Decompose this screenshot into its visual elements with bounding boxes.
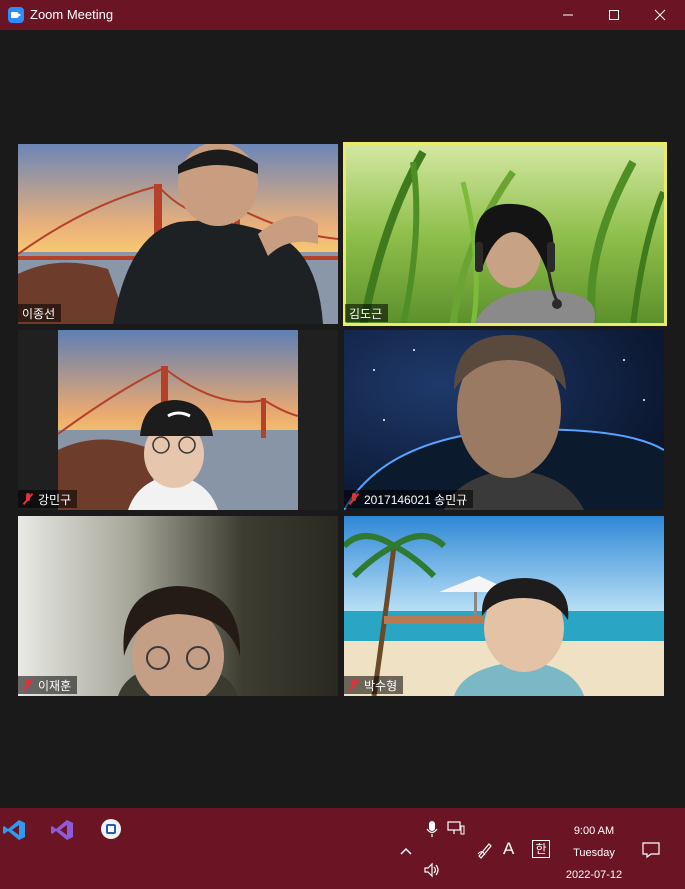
app-icon[interactable] xyxy=(100,818,122,845)
video-feed xyxy=(343,142,667,326)
clock[interactable]: 9:00 AM Tuesday 2022-07-12 xyxy=(556,820,632,886)
notification-center-icon[interactable] xyxy=(641,841,661,864)
participant-name-bar: 이재훈 xyxy=(18,676,78,694)
microphone-icon[interactable] xyxy=(425,820,439,843)
participant-name-bar: 김도근 xyxy=(345,304,389,322)
participant-tile[interactable]: 강민구 xyxy=(18,330,338,510)
clock-date: 2022-07-12 xyxy=(565,869,623,881)
clock-time: 9:00 AM xyxy=(573,825,615,837)
title-bar: Zoom Meeting xyxy=(0,0,685,30)
vscode-icon[interactable] xyxy=(2,818,26,847)
minimize-icon xyxy=(563,14,573,16)
participant-name-bar: 박수형 xyxy=(344,676,404,694)
participant-tile-active-speaker[interactable]: 김도근 xyxy=(343,142,667,326)
visual-studio-icon[interactable] xyxy=(50,818,74,847)
speaker-volume-icon[interactable] xyxy=(423,862,441,883)
participant-name: 2017146021 송민규 xyxy=(364,492,468,507)
video-feed xyxy=(344,330,664,510)
close-icon xyxy=(654,9,666,21)
participant-tile[interactable]: 박수형 xyxy=(344,516,664,696)
muted-mic-icon xyxy=(348,679,360,691)
muted-mic-icon xyxy=(22,679,34,691)
minimize-button[interactable] xyxy=(545,0,591,30)
participant-name: 김도근 xyxy=(349,306,383,321)
participant-tile[interactable]: 이종선 xyxy=(18,144,338,324)
ime-font-indicator[interactable]: A xyxy=(503,839,514,859)
muted-mic-icon xyxy=(348,493,360,505)
video-feed xyxy=(18,144,338,324)
ime-language-indicator[interactable]: 한 xyxy=(532,840,550,858)
video-feed xyxy=(18,516,338,696)
show-hidden-icons-chevron-icon[interactable] xyxy=(398,844,414,862)
pen-input-icon[interactable] xyxy=(476,841,494,864)
participant-tile[interactable]: 2017146021 송민규 xyxy=(344,330,664,510)
participant-name: 이재훈 xyxy=(38,678,72,693)
video-feed xyxy=(344,516,664,696)
participant-name: 박수형 xyxy=(364,678,398,693)
participant-name: 이종선 xyxy=(22,306,56,321)
maximize-icon xyxy=(609,10,619,20)
close-button[interactable] xyxy=(637,0,683,30)
video-feed xyxy=(18,330,338,510)
participant-name: 강민구 xyxy=(38,492,72,507)
participant-name-bar: 이종선 xyxy=(18,304,62,322)
clock-day: Tuesday xyxy=(573,847,615,859)
taskbar: A 한 9:00 AM Tuesday 2022-07-12 xyxy=(0,808,685,889)
window-title: Zoom Meeting xyxy=(30,7,114,22)
network-icon[interactable] xyxy=(447,820,465,841)
muted-mic-icon xyxy=(22,493,34,505)
maximize-button[interactable] xyxy=(591,0,637,30)
video-gallery: 이종선 김도근 강민구 2017146021 송민규 이재훈 박수형 xyxy=(0,30,685,808)
participant-name-bar: 2017146021 송민규 xyxy=(344,490,474,508)
participant-name-bar: 강민구 xyxy=(18,490,78,508)
participant-tile[interactable]: 이재훈 xyxy=(18,516,338,696)
zoom-app-icon xyxy=(8,7,24,23)
